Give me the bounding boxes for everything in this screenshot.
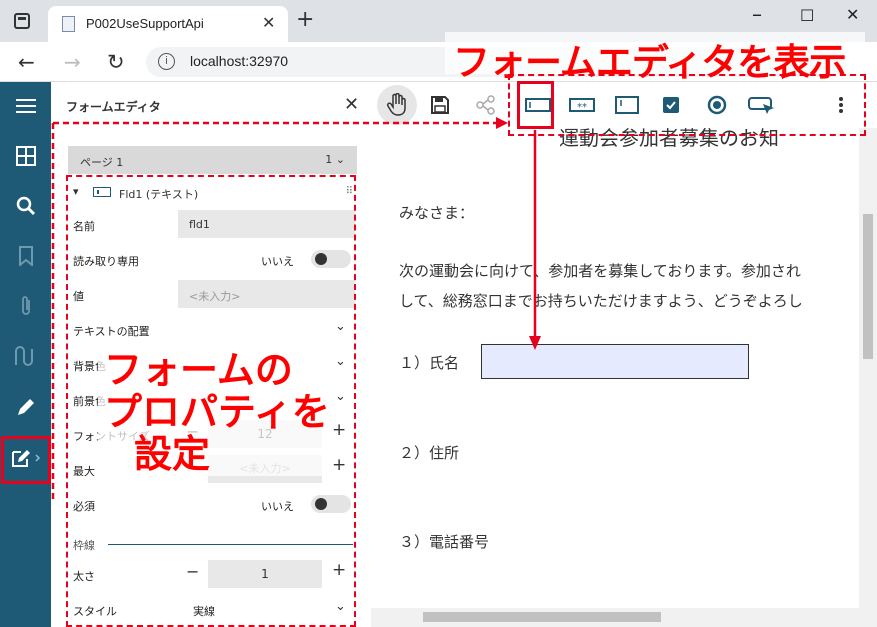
name-form-field[interactable]: [481, 344, 749, 379]
page-select[interactable]: ページ 1 1 ⌄: [68, 146, 357, 174]
body-line-1: 次の運動会に向けて、参加者を募集しております。参加され: [399, 262, 801, 280]
annotation-edit-icon[interactable]: [0, 385, 51, 429]
panel-title: フォームエディタ: [66, 100, 161, 114]
tab-close-icon[interactable]: ✕: [262, 13, 275, 32]
app-sidebar: [0, 82, 51, 627]
reload-icon[interactable]: ↻: [107, 50, 125, 74]
page-favicon-icon: [62, 16, 75, 32]
phone-item-label: ３）電話番号: [399, 533, 490, 551]
properties-highlight: [66, 175, 356, 627]
site-info-icon[interactable]: i: [158, 53, 175, 70]
greeting-text: みなさま：: [399, 204, 475, 222]
document-page: 運動会参加者募集のお知 みなさま： 次の運動会に向けて、参加者を募集しております…: [371, 128, 859, 608]
page-select-value: 1 ⌄: [325, 153, 345, 166]
window-close-icon[interactable]: ✕: [846, 5, 859, 24]
body-line-2: して、総務窓口までお持ちいただけますよう、どうぞよろし: [399, 292, 803, 310]
panel-close-icon[interactable]: ✕: [344, 94, 359, 115]
tab-title: P002UseSupportApi: [86, 16, 204, 31]
document-viewer[interactable]: 運動会参加者募集のお知 みなさま： 次の運動会に向けて、参加者を募集しております…: [371, 128, 877, 627]
url-text: localhost:32970: [190, 53, 289, 69]
signature-icon[interactable]: [0, 334, 51, 378]
horizontal-scrollbar[interactable]: [371, 608, 877, 627]
search-icon[interactable]: [0, 184, 51, 228]
toolbar-highlight: [508, 74, 866, 136]
name-item-label: １）氏名: [399, 354, 460, 372]
app-window-icon[interactable]: [14, 13, 30, 29]
vertical-scrollbar[interactable]: [859, 128, 877, 608]
new-tab-icon[interactable]: +: [296, 9, 314, 31]
share-button[interactable]: [464, 82, 508, 128]
pan-tool-button[interactable]: [375, 82, 419, 128]
page-select-label: ページ 1: [80, 156, 124, 169]
minimize-icon[interactable]: –: [752, 2, 762, 26]
browser-tab[interactable]: P002UseSupportApi ✕: [48, 6, 288, 42]
share-icon: [476, 95, 495, 115]
thumbnails-icon[interactable]: [0, 134, 51, 178]
save-button[interactable]: [418, 82, 462, 128]
save-icon: [431, 96, 449, 114]
bookmark-icon[interactable]: [0, 234, 51, 278]
panel-header: フォームエディタ ✕: [51, 82, 371, 128]
menu-icon[interactable]: [0, 84, 51, 128]
back-icon[interactable]: ←: [18, 50, 35, 74]
horizontal-scroll-thumb[interactable]: [423, 612, 661, 622]
text-tool-highlight: [517, 81, 554, 129]
hand-icon: [377, 85, 417, 125]
sidebar-form-editor-highlight: [1, 436, 51, 484]
forward-icon[interactable]: →: [64, 50, 81, 74]
address-item-label: ２）住所: [399, 444, 460, 462]
attachment-icon[interactable]: [0, 284, 51, 328]
maximize-icon[interactable]: ☐: [800, 6, 814, 25]
vertical-scroll-thumb[interactable]: [863, 214, 873, 359]
